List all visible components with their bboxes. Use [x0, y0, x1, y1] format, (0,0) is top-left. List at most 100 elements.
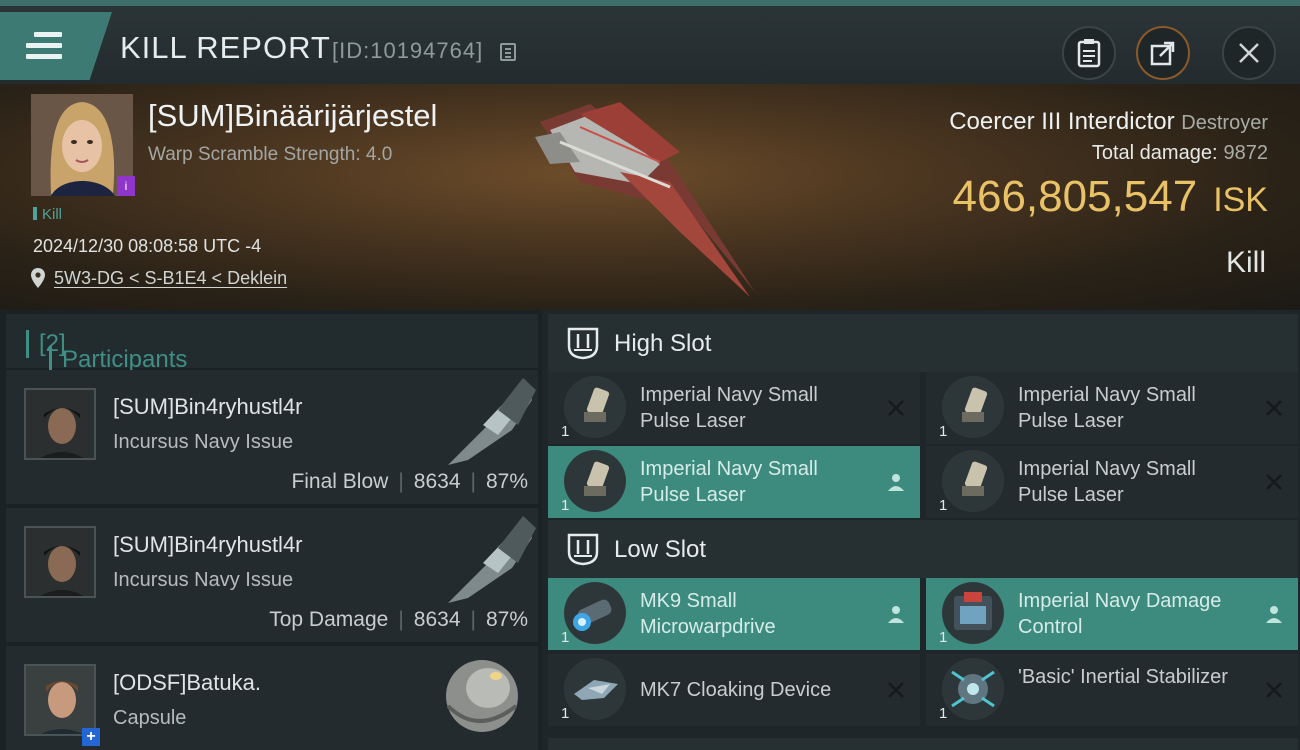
- menu-button[interactable]: [0, 12, 112, 80]
- participants-header: Participants [2]: [6, 314, 538, 374]
- microwarpdrive-icon: [564, 582, 626, 644]
- participant-avatar: [24, 664, 96, 736]
- participant-ship: Capsule: [113, 707, 187, 729]
- module-quantity: 1: [939, 497, 948, 514]
- participant-ship: Incursus Navy Issue: [113, 431, 294, 453]
- module-quantity: 1: [561, 423, 570, 440]
- close-icon: [1239, 43, 1259, 63]
- participant-row[interactable]: [SUM]Bin4ryhustl4r Incursus Navy Issue T…: [6, 508, 538, 642]
- low-slot-icon: [567, 533, 599, 566]
- pulse-laser-icon: [942, 450, 1004, 512]
- participants-title: Participants [2]: [26, 330, 187, 374]
- participant-name[interactable]: [SUM]Bin4ryhustl4r: [113, 394, 303, 420]
- top-bar: KILL REPORT [ID:10194764]: [0, 0, 1300, 84]
- participant-name[interactable]: [SUM]Bin4ryhustl4r: [113, 532, 303, 558]
- participant-percent: 87%: [485, 470, 528, 493]
- module-quantity: 1: [939, 629, 948, 646]
- module-name: MK9 Small Microwarpdrive: [640, 590, 776, 638]
- victim-ship-image[interactable]: [520, 92, 770, 302]
- pulse-laser-icon: [564, 450, 626, 512]
- participant-row[interactable]: [SUM]Bin4ryhustl4r Incursus Navy Issue F…: [6, 370, 538, 504]
- module-name: 'Basic' Inertial Stabilizer: [1018, 666, 1228, 688]
- fitting-panel: High Slot 1 Imperial Navy Small Pulse La…: [542, 310, 1300, 750]
- module-slot[interactable]: 1 Imperial Navy Small Pulse Laser: [548, 372, 920, 444]
- share-button[interactable]: [1136, 26, 1190, 80]
- location-pin-icon: [31, 268, 45, 288]
- module-slot[interactable]: 1 MK9 Small Microwarpdrive: [548, 578, 920, 650]
- destroyed-icon: [1266, 682, 1282, 698]
- isk-value: 466,805,547 ISK: [953, 172, 1269, 222]
- dropped-icon: [888, 606, 904, 623]
- capsule-image: [446, 660, 518, 732]
- module-slot[interactable]: 1 'Basic' Inertial Stabilizer: [926, 654, 1298, 726]
- total-damage-value: 9872: [1223, 142, 1269, 164]
- destroyed-icon: [1266, 400, 1282, 416]
- destroyed-icon: [888, 400, 904, 416]
- participant-damage: 8634: [413, 470, 461, 493]
- participant-ship-image: [448, 516, 536, 603]
- kill-datetime: 2024/12/30 08:08:58 UTC -4: [33, 236, 262, 256]
- module-quantity: 1: [939, 423, 948, 440]
- alliance-badge: i: [117, 176, 135, 196]
- participant-ship-image: [448, 378, 536, 465]
- kill-tag: Kill: [33, 206, 62, 223]
- module-name: Imperial Navy Damage Control: [1018, 590, 1222, 638]
- share-icon: [1150, 41, 1175, 66]
- total-damage-label: Total damage:: [1091, 142, 1218, 164]
- victim-summary: i [SUM]Binäärijärjestel Warp Scramble St…: [0, 84, 1300, 310]
- module-quantity: 1: [561, 629, 570, 646]
- high-slot-header: High Slot: [548, 314, 1298, 372]
- participant-damage: 8634: [413, 608, 461, 631]
- module-name: Imperial Navy Small Pulse Laser: [640, 384, 818, 432]
- participant-avatar: [24, 388, 96, 460]
- low-slot-label: Low Slot: [614, 536, 707, 563]
- module-slot[interactable]: 1 Imperial Navy Small Pulse Laser: [548, 446, 920, 518]
- plus-badge: +: [82, 728, 100, 746]
- module-quantity: 1: [561, 497, 570, 514]
- high-slot-icon: [567, 327, 599, 360]
- next-slot-header: [548, 738, 1298, 750]
- close-button[interactable]: [1222, 26, 1276, 80]
- victim-ship-name[interactable]: Coercer III Interdictor Destroyer: [949, 108, 1268, 136]
- cloaking-device-icon: [564, 658, 626, 720]
- destroyed-icon: [888, 682, 904, 698]
- total-damage: Total damage: 9872: [1092, 142, 1268, 165]
- destroyed-icon: [1266, 474, 1282, 490]
- inertial-stabilizer-icon: [942, 658, 1004, 720]
- copy-icon[interactable]: [500, 43, 516, 61]
- participant-percent: 87%: [485, 608, 528, 631]
- module-quantity: 1: [939, 705, 948, 722]
- participant-role: Top Damage: [269, 608, 389, 631]
- module-slot[interactable]: 1 Imperial Navy Damage Control: [926, 578, 1298, 650]
- report-button[interactable]: [1062, 26, 1116, 80]
- high-slot-label: High Slot: [614, 330, 712, 357]
- pulse-laser-icon: [564, 376, 626, 438]
- participant-avatar: [24, 526, 96, 598]
- participant-row[interactable]: + [ODSF]Batuka. Capsule: [6, 646, 538, 750]
- dropped-icon: [1266, 606, 1282, 623]
- clipboard-icon: [1077, 39, 1101, 68]
- page-title: KILL REPORT: [120, 30, 331, 65]
- participants-panel: Participants [2] [SUM]Bin4ryhustl4r Incu…: [0, 310, 542, 750]
- kill-location-link[interactable]: 5W3-DG < S-B1E4 < Deklein: [54, 268, 287, 289]
- dropped-icon: [888, 474, 904, 491]
- participant-ship: Incursus Navy Issue: [113, 569, 294, 591]
- module-slot[interactable]: 1 Imperial Navy Small Pulse Laser: [926, 372, 1298, 444]
- low-slot-header: Low Slot: [548, 520, 1298, 578]
- participant-name[interactable]: [ODSF]Batuka.: [113, 670, 261, 696]
- isk-amount: 466,805,547: [952, 172, 1198, 221]
- warp-scramble-strength: Warp Scramble Strength: 4.0: [148, 144, 393, 165]
- ship-name: Coercer III Interdictor: [949, 108, 1175, 135]
- pulse-laser-icon: [942, 376, 1004, 438]
- module-name: Imperial Navy Small Pulse Laser: [640, 458, 818, 506]
- participant-role: Final Blow: [291, 470, 389, 493]
- isk-unit: ISK: [1213, 181, 1268, 219]
- module-quantity: 1: [561, 705, 570, 722]
- module-name: MK7 Cloaking Device: [640, 679, 832, 701]
- victim-name[interactable]: [SUM]Binäärijärjestel: [148, 98, 437, 134]
- kill-id: [ID:10194764]: [332, 38, 484, 63]
- hamburger-icon: [26, 32, 62, 60]
- module-slot[interactable]: 1 MK7 Cloaking Device: [548, 654, 920, 726]
- ship-class: Destroyer: [1181, 112, 1268, 134]
- module-slot[interactable]: 1 Imperial Navy Small Pulse Laser: [926, 446, 1298, 518]
